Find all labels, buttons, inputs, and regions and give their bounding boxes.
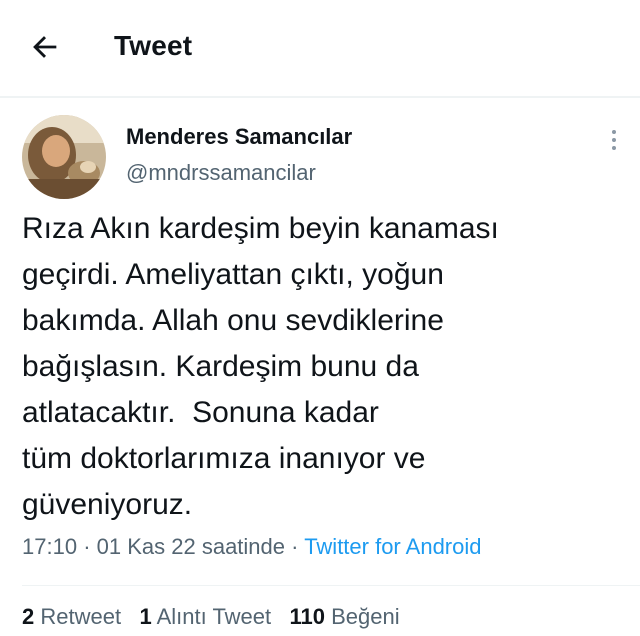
stats-divider — [22, 585, 640, 586]
top-bar: Tweet — [0, 0, 640, 98]
likes-stat[interactable]: 110 Beğeni — [289, 604, 399, 629]
tweet-date[interactable]: 01 Kas 22 saatinde — [97, 534, 285, 559]
tweet-time[interactable]: 17:10 — [22, 534, 77, 559]
tweet-source-link[interactable]: Twitter for Android — [304, 534, 481, 559]
retweet-count: 2 — [22, 604, 35, 629]
avatar[interactable] — [22, 115, 106, 199]
quote-count: 1 — [139, 604, 152, 629]
meta-separator: · — [83, 534, 91, 559]
tweet-stats: 2 Retweet 1 Alıntı Tweet 110 Beğeni — [22, 604, 400, 630]
author-name[interactable]: Menderes Samancılar — [126, 124, 352, 150]
more-vertical-icon[interactable] — [610, 128, 618, 152]
tweet-meta: 17:10 · 01 Kas 22 saatinde · Twitter for… — [22, 534, 482, 560]
like-count: 110 — [289, 604, 325, 629]
quote-label: Alıntı Tweet — [156, 604, 272, 629]
header-divider — [0, 96, 640, 98]
arrow-left-icon[interactable] — [28, 30, 62, 64]
retweets-stat[interactable]: 2 Retweet — [22, 604, 121, 629]
retweet-label: Retweet — [40, 604, 122, 629]
quotes-stat[interactable]: 1 Alıntı Tweet — [139, 604, 271, 629]
page-title: Tweet — [114, 30, 193, 61]
tweet-text: Rıza Akın kardeşim beyin kanaması geçird… — [22, 212, 499, 521]
author-handle[interactable]: @mndrssamancilar — [126, 160, 316, 186]
meta-separator: · — [291, 534, 299, 559]
like-label: Beğeni — [331, 604, 400, 629]
